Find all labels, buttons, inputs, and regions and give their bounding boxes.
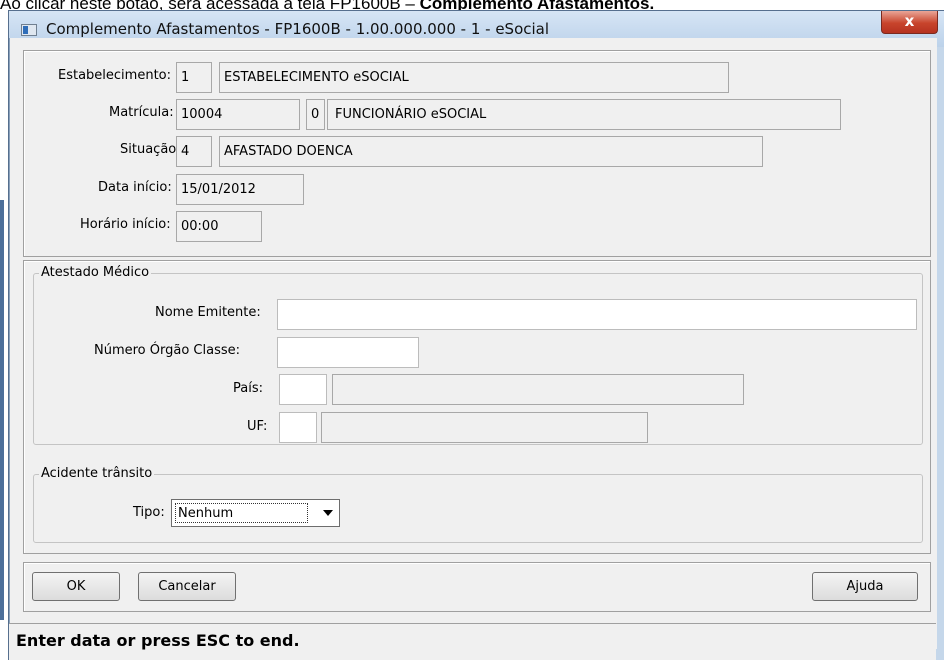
chevron-down-icon[interactable] — [323, 510, 333, 516]
situacao-code-field: 4 — [176, 136, 212, 167]
status-message: Enter data or press ESC to end. — [16, 631, 300, 650]
situacao-name-field: AFASTADO DOENCA — [219, 136, 763, 167]
pais-name-field — [332, 374, 744, 405]
estabelecimento-code-field: 1 — [176, 62, 212, 93]
tipo-label: Tipo: — [133, 505, 165, 520]
data-inicio-label: Data início: — [98, 180, 172, 195]
numero-orgao-classe-label: Número Órgão Classe: — [94, 343, 241, 358]
button-bar: OK Cancelar Ajuda — [23, 562, 931, 612]
situacao-label: Situação: — [120, 142, 181, 157]
matricula-label: Matrícula: — [109, 105, 174, 120]
acidente-transito-title: Acidente trânsito — [39, 466, 155, 481]
numero-orgao-classe-input[interactable] — [277, 337, 419, 368]
ok-button[interactable]: OK — [32, 572, 120, 601]
status-bar: Enter data or press ESC to end. — [9, 623, 936, 660]
close-button[interactable]: x — [881, 11, 938, 34]
uf-label: UF: — [247, 419, 268, 434]
background-window-edge — [0, 200, 4, 620]
help-button[interactable]: Ajuda — [812, 572, 918, 601]
tipo-selected-value: Nenhum — [175, 503, 308, 523]
uf-code-input[interactable] — [279, 412, 317, 443]
horario-inicio-label: Horário início: — [80, 217, 171, 232]
pais-code-input[interactable] — [279, 374, 327, 405]
pais-label: País: — [233, 381, 263, 396]
atestado-medico-title: Atestado Médico — [39, 265, 152, 280]
horario-inicio-field: 00:00 — [176, 211, 262, 242]
estabelecimento-name-field: ESTABELECIMENTO eSOCIAL — [219, 62, 729, 93]
window-title: Complemento Afastamentos - FP1600B - 1.0… — [46, 20, 550, 38]
data-inicio-field: 15/01/2012 — [176, 174, 304, 205]
uf-name-field — [321, 412, 648, 443]
nome-emitente-label: Nome Emitente: — [155, 305, 261, 320]
header-panel: Estabelecimento: 1 ESTABELECIMENTO eSOCI… — [23, 50, 931, 257]
nome-emitente-input[interactable] — [277, 299, 917, 330]
estabelecimento-label: Estabelecimento: — [58, 68, 172, 83]
tipo-select[interactable]: Nenhum — [171, 499, 340, 527]
details-panel: Atestado Médico Nome Emitente: Número Ór… — [23, 260, 931, 554]
app-icon — [21, 24, 37, 36]
matricula-name-field: FUNCIONÁRIO eSOCIAL — [327, 99, 841, 130]
close-icon: x — [904, 12, 915, 30]
dialog-client: Estabelecimento: 1 ESTABELECIMENTO eSOCI… — [9, 38, 937, 649]
matricula-code-field: 10004 — [176, 99, 300, 130]
cancel-button[interactable]: Cancelar — [138, 572, 236, 601]
matricula-digit-field: 0 — [306, 99, 325, 130]
acidente-transito-frame — [33, 474, 923, 543]
